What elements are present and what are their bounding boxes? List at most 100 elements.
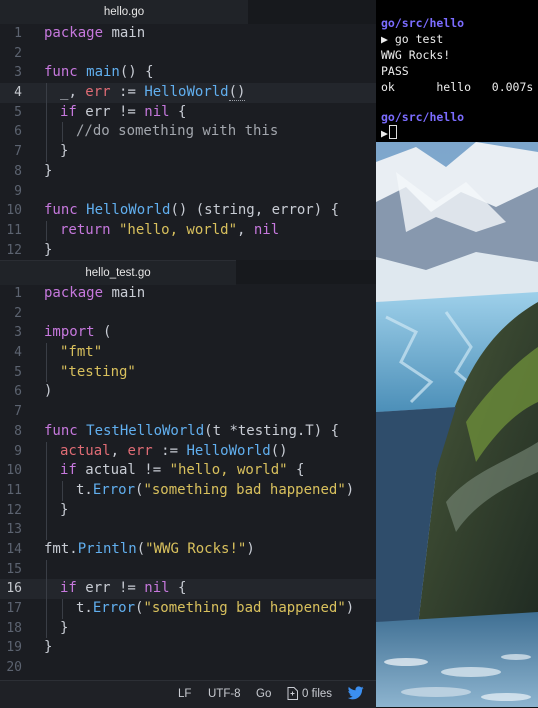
terminal-output-line: ok hello 0.007s — [381, 80, 534, 94]
status-bar: LF UTF-8 Go 0 files — [0, 680, 376, 708]
code-line: 8 func TestHelloWorld(t *testing.T) { — [0, 422, 376, 442]
editor-pane-hello-test-go: hello_test.go 1 package main 2 3 import ( … — [0, 260, 376, 680]
git-files-indicator[interactable]: 0 files — [302, 688, 332, 700]
terminal-prompt-path: go/src/hello — [381, 110, 465, 124]
indent-guide — [46, 220, 47, 241]
indent-guide — [46, 343, 47, 363]
indent-guide — [62, 480, 63, 501]
line-number: 2 — [14, 45, 22, 61]
code-line: 1 package main — [0, 284, 376, 304]
line-number: 10 — [6, 203, 22, 219]
code-area[interactable]: 1 package main 2 3 func main() { 4 _, err :… — [0, 24, 376, 260]
line-number: 18 — [6, 620, 22, 636]
line-number: 6 — [14, 384, 22, 400]
tab-bar-empty — [248, 0, 376, 24]
line-ending-indicator[interactable]: LF — [178, 688, 191, 700]
line-number: 3 — [14, 65, 22, 81]
indent-guide — [46, 122, 47, 143]
terminal-cursor — [388, 125, 397, 139]
code-line: 9 — [0, 182, 376, 202]
code-line: 7} — [0, 142, 376, 162]
code-line: 4 "fmt" — [0, 343, 376, 363]
indent-guide — [62, 122, 63, 143]
code-line: 14 fmt.Println("WWG Rocks!") — [0, 540, 376, 560]
line-number: 12 — [6, 242, 22, 258]
line-number: 14 — [6, 541, 22, 557]
encoding-indicator[interactable]: UTF-8 — [208, 688, 241, 700]
line-number: 20 — [6, 660, 22, 676]
line-number: 8 — [14, 423, 22, 439]
line-number: 11 — [6, 222, 22, 238]
terminal-window[interactable]: go/src/hello ▶ go test WWG Rocks! PASS o… — [376, 0, 538, 142]
grammar-indicator[interactable]: Go — [256, 688, 271, 700]
line-number: 13 — [6, 522, 22, 538]
line-number: 15 — [6, 561, 22, 577]
indent-guide — [62, 599, 63, 619]
code-line: 12} — [0, 241, 376, 260]
code-line: 20 — [0, 658, 376, 678]
line-number: 17 — [6, 601, 22, 616]
code-line: 10 func HelloWorld() (string, error) { — [0, 201, 376, 221]
twitter-bird-icon[interactable] — [347, 686, 364, 700]
indent-guide — [46, 599, 47, 619]
indent-guide — [46, 559, 47, 580]
code-line: 3 func main() { — [0, 63, 376, 83]
desktop-wallpaper — [376, 142, 538, 707]
tab-hello-go[interactable]: hello.go — [0, 0, 248, 24]
line-number: 7 — [14, 144, 22, 160]
prompt-arrow-icon: ▶ — [381, 126, 388, 140]
code-line-current: 16 if err != nil { — [0, 579, 376, 599]
terminal-output-line: PASS — [381, 64, 409, 78]
tab-bar-empty — [236, 260, 376, 284]
indent-guide — [46, 83, 47, 103]
line-number: 3 — [14, 325, 22, 341]
indent-guide — [46, 480, 47, 501]
line-number: 8 — [14, 163, 22, 179]
code-line: 6) — [0, 382, 376, 402]
prompt-arrow-icon: ▶ — [381, 32, 388, 46]
code-line: 6//do something with this — [0, 122, 376, 143]
line-number: 7 — [14, 404, 22, 420]
line-number: 1 — [14, 286, 22, 301]
terminal-output-line: WWG Rocks! — [381, 48, 451, 62]
line-number: 5 — [14, 364, 22, 380]
code-line: 10 if actual != "hello, world" { — [0, 461, 376, 481]
editor-pane-hello-go: hello.go 1 package main 2 3 func main() { … — [0, 0, 376, 260]
line-number: 5 — [14, 104, 22, 120]
code-line: 3 import ( — [0, 323, 376, 343]
code-area[interactable]: 1 package main 2 3 import ( 4 "fmt" 5 "testi… — [0, 284, 376, 678]
line-number: 4 — [14, 345, 22, 361]
indent-guide — [46, 520, 47, 540]
code-line: 8} — [0, 162, 376, 182]
code-line: 17 t.Error("something bad happened") — [0, 599, 376, 619]
terminal-command-line: ▶ go test — [381, 31, 443, 47]
line-number: 2 — [14, 305, 22, 321]
indent-guide — [46, 579, 47, 599]
line-number: 9 — [14, 183, 22, 199]
line-number: 10 — [6, 463, 22, 479]
code-line: 15 — [0, 559, 376, 580]
line-number: 4 — [14, 85, 22, 101]
line-number: 16 — [6, 581, 22, 597]
terminal-input-line[interactable]: ▶ — [381, 125, 397, 141]
indent-guide — [46, 142, 47, 162]
code-line: 13 — [0, 520, 376, 540]
code-line: 1 package main — [0, 24, 376, 44]
code-line: 2 — [0, 304, 376, 324]
tab-hello-test-go[interactable]: hello_test.go — [0, 260, 236, 285]
code-line: 5 "testing" — [0, 362, 376, 383]
file-icon — [287, 687, 298, 703]
indent-guide — [46, 441, 47, 462]
indent-guide — [46, 618, 47, 639]
line-number: 1 — [14, 26, 22, 41]
terminal-prompt-path: go/src/hello — [381, 16, 465, 30]
code-line-current: 4 _, err := HelloWorld() — [0, 83, 376, 103]
terminal-command: go test — [387, 32, 444, 46]
code-line: 11 t.Error("something bad happened") — [0, 480, 376, 501]
code-line: 9 actual, err := HelloWorld() — [0, 441, 376, 462]
indent-guide — [46, 461, 47, 481]
code-line: 5 if err != nil { — [0, 102, 376, 123]
code-line: 11 return "hello, world", nil — [0, 220, 376, 241]
code-editor: hello.go 1 package main 2 3 func main() { … — [0, 0, 376, 708]
code-line: 12} — [0, 500, 376, 521]
